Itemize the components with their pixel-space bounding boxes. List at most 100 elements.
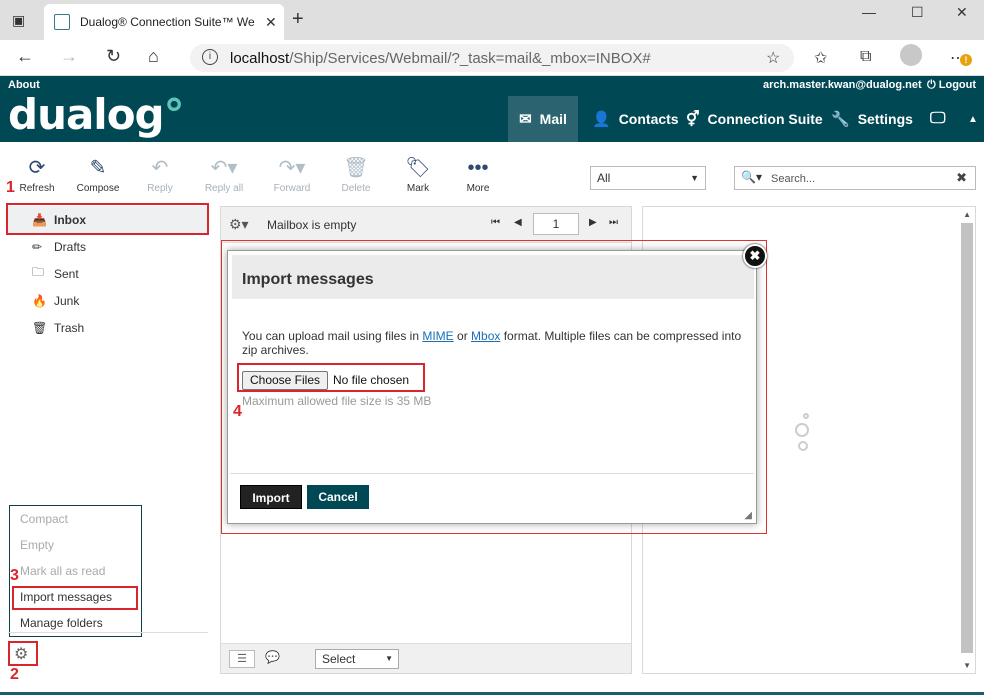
prev-page-icon[interactable]: ◀ <box>514 217 522 228</box>
window-close-icon[interactable]: ✕ <box>956 4 968 21</box>
refresh-icon: ⟳ <box>28 157 46 179</box>
annotation-marker-3: 3 <box>10 567 19 584</box>
list-menu-icon[interactable]: ☰ <box>229 650 255 668</box>
filter-select[interactable]: All ▼ <box>590 166 706 190</box>
message-list-header: ⚙▾ Mailbox is empty ⏮ ◀ 1 ▶ ⏭ <box>221 207 631 243</box>
folder-sent[interactable]: 🗀 Sent <box>8 260 208 287</box>
mbox-link[interactable]: Mbox <box>471 329 500 343</box>
refresh-button[interactable]: ⟳ Refresh <box>7 156 67 194</box>
browser-address-bar: ← → ↻ ⌂ i localhost/Ship/Services/Webmai… <box>0 40 984 76</box>
cancel-button[interactable]: Cancel <box>307 485 369 509</box>
select-dropdown[interactable]: Select ▼ <box>315 649 399 669</box>
mime-link[interactable]: MIME <box>422 329 453 343</box>
search-icon[interactable]: 🔍▾ <box>741 170 762 184</box>
resize-handle-icon[interactable]: ◢ <box>744 510 752 521</box>
search-input[interactable]: 🔍▾ Search... ✖ <box>734 166 976 190</box>
annotation-box-inbox <box>6 203 209 235</box>
chevron-down-icon: ▼ <box>385 654 393 663</box>
nav-contacts[interactable]: 👤 Contacts <box>592 96 679 142</box>
annotation-box-gear <box>8 641 38 666</box>
folder-junk[interactable]: 🔥 Junk <box>8 287 208 314</box>
dialog-close-icon[interactable]: ✖ <box>743 244 767 268</box>
tab-actions-icon[interactable]: ▣ <box>12 12 25 29</box>
thread-icon[interactable]: 💬 <box>265 650 280 664</box>
max-size-hint: Maximum allowed file size is 35 MB <box>242 394 432 408</box>
collections-icon[interactable]: ⧉ <box>860 48 871 66</box>
loading-spinner-icon <box>791 411 815 451</box>
envelope-icon: ✉ <box>519 111 532 128</box>
user-email: arch.master.kwan@dualog.net <box>763 79 922 91</box>
minimize-icon[interactable]: — <box>862 4 876 20</box>
forward-icon[interactable]: → <box>60 46 78 67</box>
folder-trash[interactable]: 🗑 Trash <box>8 314 208 341</box>
menu-mark-all-read[interactable]: Mark all as read <box>20 564 105 578</box>
nav-settings[interactable]: 🔧 Settings <box>831 96 913 142</box>
pencil-icon: ✎ <box>89 157 107 179</box>
delete-button[interactable]: 🗑 Delete <box>326 156 386 194</box>
more-button[interactable]: ••• More <box>448 156 508 194</box>
wrench-icon: 🔧 <box>831 111 850 128</box>
nav-connection-suite[interactable]: ⚥ Connection Suite <box>686 96 823 142</box>
trash-icon: 🗑 <box>343 157 369 179</box>
pencil-icon: ✏ <box>32 239 43 254</box>
chevron-down-icon: ▼ <box>690 173 699 183</box>
compose-button[interactable]: ✎ Compose <box>68 156 128 194</box>
user-icon: 👤 <box>592 111 611 128</box>
menu-empty[interactable]: Empty <box>20 538 54 552</box>
page-number-input[interactable]: 1 <box>533 213 579 235</box>
reply-all-button[interactable]: ↶▾ Reply all <box>194 156 254 194</box>
scrollbar[interactable] <box>961 223 973 653</box>
ellipsis-icon: ••• <box>467 157 489 179</box>
list-options-gear-icon[interactable]: ⚙▾ <box>229 216 249 233</box>
logout-link[interactable]: ⏻ Logout <box>927 79 976 92</box>
first-page-icon[interactable]: ⏮ <box>491 217 500 228</box>
connection-icon: ⚥ <box>686 111 700 128</box>
last-page-icon[interactable]: ⏭ <box>609 217 618 228</box>
tab-close-icon[interactable]: ✕ <box>265 14 277 31</box>
annotation-marker-2: 2 <box>10 666 19 683</box>
annotation-box-import <box>12 586 138 610</box>
profile-icon[interactable] <box>900 44 922 66</box>
home-icon[interactable]: ⌂ <box>148 46 159 67</box>
browser-tab-bar: ▣ Dualog® Connection Suite™ We ✕ + — ☐ ✕ <box>0 0 984 40</box>
folder-icon: 🗀 <box>32 265 45 279</box>
next-page-icon[interactable]: ▶ <box>589 217 597 228</box>
maximize-icon[interactable]: ☐ <box>911 4 924 21</box>
message-list-footer: ☰ 💬 Select ▼ <box>221 643 631 673</box>
collapse-caret-icon[interactable]: ▲ <box>968 96 978 142</box>
mark-button[interactable]: 🏷 Mark <box>388 156 448 194</box>
fire-icon: 🔥 <box>32 293 47 308</box>
menu-manage-folders[interactable]: Manage folders <box>20 616 103 630</box>
power-icon: ⏻ <box>927 79 939 91</box>
info-icon[interactable]: i <box>202 49 218 65</box>
nav-mail[interactable]: ✉ Mail <box>508 96 578 142</box>
favorite-add-icon[interactable]: ☆ <box>766 48 780 68</box>
dialog-title: Import messages <box>232 255 754 299</box>
back-icon[interactable]: ← <box>16 46 34 67</box>
divider <box>8 632 208 633</box>
annotation-box-choose <box>237 363 425 392</box>
reply-all-icon: ↶▾ <box>210 157 238 179</box>
monitor-icon[interactable]: 🖵 <box>930 96 945 142</box>
scroll-down-icon[interactable]: ▼ <box>963 661 971 670</box>
folder-drafts[interactable]: ✏ Drafts <box>8 233 208 260</box>
forward-arrow-icon: ↷▾ <box>278 157 306 179</box>
mailbox-status: Mailbox is empty <box>267 218 357 232</box>
reply-button[interactable]: ↶ Reply <box>130 156 190 194</box>
scroll-up-icon[interactable]: ▲ <box>963 210 971 219</box>
url-text: localhost/Ship/Services/Webmail/?_task=m… <box>230 50 651 67</box>
url-field[interactable]: i localhost/Ship/Services/Webmail/?_task… <box>190 44 794 72</box>
forward-button[interactable]: ↷▾ Forward <box>262 156 322 194</box>
dualog-logo[interactable]: dualog° <box>8 90 185 139</box>
reply-icon: ↶ <box>151 157 169 179</box>
menu-compact[interactable]: Compact <box>20 512 68 526</box>
site-favicon-icon <box>54 14 70 30</box>
favorites-icon[interactable]: ✩ <box>814 48 827 68</box>
new-tab-button[interactable]: + <box>292 8 304 31</box>
import-button[interactable]: Import <box>240 485 302 509</box>
clear-search-icon[interactable]: ✖ <box>956 170 967 186</box>
browser-tab[interactable]: Dualog® Connection Suite™ We ✕ <box>44 4 284 40</box>
annotation-marker-1: 1 <box>6 179 15 196</box>
tag-icon: 🏷 <box>405 157 431 179</box>
reload-icon[interactable]: ↻ <box>106 46 121 67</box>
